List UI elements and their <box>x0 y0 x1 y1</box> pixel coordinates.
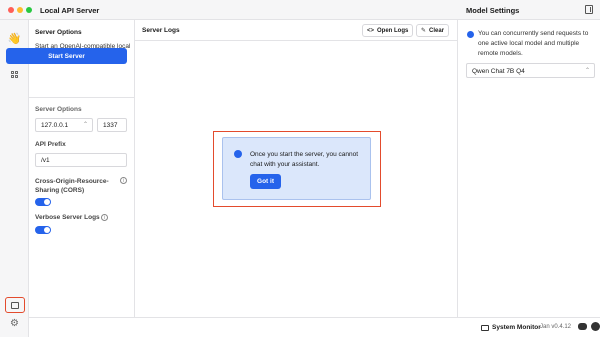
chevron-updown-icon: ⌃ <box>584 68 590 74</box>
model-select[interactable]: Qwen Chat 7B Q4 ⌃ <box>466 63 595 78</box>
server-logs-header: Server Logs <> Open Logs ✎ Clear <box>135 20 457 41</box>
server-logs-title: Server Logs <box>142 27 180 34</box>
gear-icon[interactable]: ⚙ <box>8 317 21 330</box>
cors-label: Cross-Origin-Resource-Sharing (CORS) <box>35 178 109 194</box>
minimize-window-button[interactable] <box>17 7 23 13</box>
clear-button[interactable]: ✎ Clear <box>416 24 450 37</box>
panel-toggle-icon[interactable] <box>585 5 593 14</box>
grid-icon[interactable] <box>8 68 21 81</box>
monitor-icon <box>481 324 489 331</box>
server-options-panel: Server Options Start an OpenAI-compatibl… <box>29 20 135 317</box>
host-value: 127.0.0.1 <box>41 122 69 129</box>
github-icon[interactable] <box>591 322 600 331</box>
api-prefix-input[interactable]: /v1 <box>35 153 127 167</box>
model-settings-notice: You can concurrently send requests to on… <box>478 30 589 57</box>
verbose-logs-label: Verbose Server Logs <box>35 214 100 221</box>
chevron-updown-icon: ⌃ <box>82 122 88 128</box>
clear-label: Clear <box>429 27 445 34</box>
app-title: Local API Server <box>40 6 100 15</box>
model-settings-title: Model Settings <box>466 6 520 15</box>
open-logs-button[interactable]: <> Open Logs <box>362 24 414 37</box>
server-options-title: Server Options <box>35 29 82 36</box>
port-input[interactable]: 1337 <box>97 118 127 132</box>
cors-toggle[interactable] <box>35 198 51 206</box>
model-select-value: Qwen Chat 7B Q4 <box>472 67 525 75</box>
start-server-button[interactable]: Start Server <box>6 48 127 64</box>
status-bar: System Monitor Jan v0.4.12 <box>29 317 600 337</box>
icon-rail: 👋 <box>0 20 29 337</box>
model-settings-panel: You can concurrently send requests to on… <box>457 20 600 317</box>
discord-icon[interactable] <box>578 323 587 330</box>
server-options-label: Server Options <box>35 106 82 113</box>
maximize-window-button[interactable] <box>26 7 32 13</box>
host-select[interactable]: 127.0.0.1 ⌃ <box>35 118 93 132</box>
server-warning-popup: Once you start the server, you cannot ch… <box>222 137 371 200</box>
api-prefix-label: API Prefix <box>35 141 66 148</box>
system-monitor-label: System Monitor <box>492 324 541 331</box>
got-it-button[interactable]: Got it <box>250 174 281 189</box>
popup-message: Once you start the server, you cannot ch… <box>250 151 359 168</box>
chat-bubble-icon <box>467 31 474 38</box>
app-version: Jan v0.4.12 <box>540 324 572 330</box>
server-icon[interactable] <box>5 297 25 313</box>
title-bar: Local API Server Model Settings <box>0 0 600 20</box>
verbose-logs-toggle[interactable] <box>35 226 51 234</box>
info-icon[interactable]: i <box>101 214 108 221</box>
code-icon: <> <box>367 27 375 34</box>
close-window-button[interactable] <box>8 7 14 13</box>
hand-wave-icon[interactable]: 👋 <box>8 32 22 45</box>
open-logs-label: Open Logs <box>377 27 409 34</box>
system-monitor-button[interactable]: System Monitor <box>481 324 541 331</box>
divider <box>29 97 135 98</box>
chat-bubble-icon <box>234 150 242 158</box>
info-icon[interactable]: i <box>120 177 127 184</box>
broom-icon: ✎ <box>421 28 427 34</box>
